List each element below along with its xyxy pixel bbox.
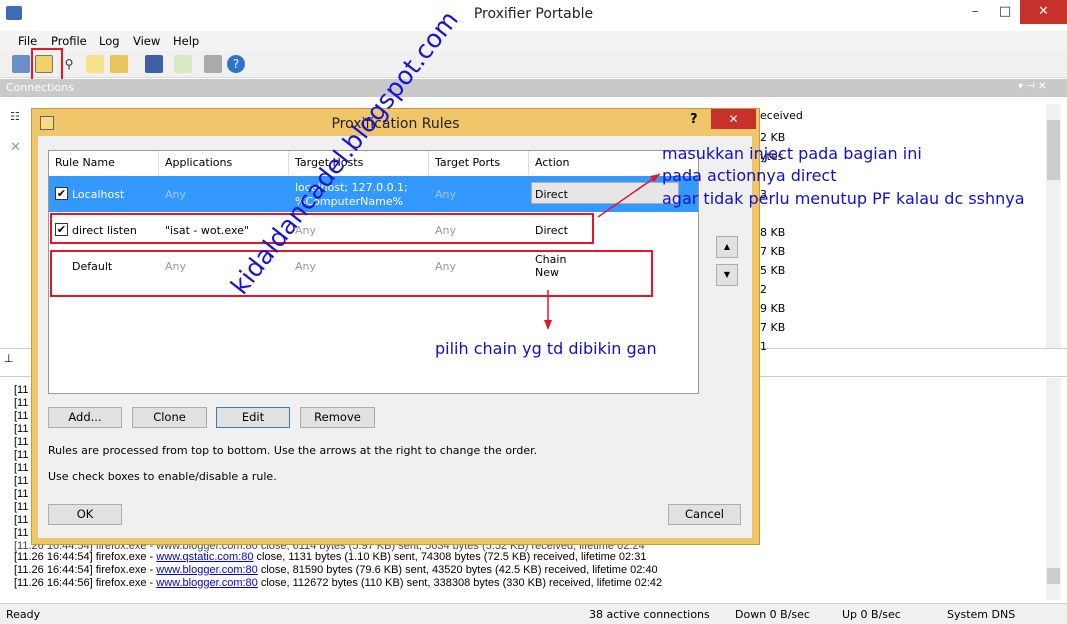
log-line-stub: [11 [14, 475, 29, 487]
log-line-stub: [11 [14, 488, 29, 500]
received-cell: 8 KB [760, 226, 786, 239]
col-rule-name[interactable]: Rule Name [49, 151, 159, 175]
open-profile-icon[interactable] [110, 55, 128, 73]
rule-apps: Any [165, 188, 187, 201]
edit-button[interactable]: Edit [216, 407, 290, 428]
close-button[interactable]: ✕ [1020, 0, 1067, 24]
annotation-line2: pada actionnya direct [662, 166, 837, 185]
advanced-icon[interactable] [174, 55, 192, 73]
log-line-stub: [11 [14, 384, 29, 396]
menu-view[interactable]: View [133, 34, 160, 48]
move-down-button[interactable]: ▼ [716, 264, 738, 286]
status-dns: System DNS [947, 608, 1016, 621]
received-cell: 1 [760, 340, 767, 353]
rule-name: Localhost [72, 188, 125, 201]
print-icon[interactable] [204, 55, 222, 73]
rule-checkbox[interactable]: ✔ [55, 187, 68, 200]
log-line-stub: [11 [14, 436, 29, 448]
received-cell: 5 KB [760, 264, 786, 277]
status-down: Down 0 B/sec [735, 608, 810, 621]
col-applications[interactable]: Applications [159, 151, 289, 175]
log-line-stub: [11 [14, 501, 29, 513]
log-link[interactable]: www.blogger.com:80 [156, 577, 258, 589]
list-view-icon[interactable]: ☷ [10, 110, 20, 123]
connections-header [0, 79, 1067, 97]
status-ready: Ready [6, 608, 41, 621]
direct-listen-highlight [50, 213, 594, 244]
log-scrollbar[interactable] [1046, 378, 1061, 600]
add-button[interactable]: Add... [48, 407, 122, 428]
dialog-title: Proxification Rules [331, 116, 460, 132]
received-cell: 2 [760, 283, 767, 296]
connections-label: Connections [6, 81, 74, 94]
log-line: [11.26 16:44:56] firefox.exe - www.blogg… [14, 577, 663, 589]
help-icon[interactable]: ? [227, 55, 245, 73]
rules-order-note: Rules are processed from top to bottom. … [48, 444, 538, 457]
menu-profile[interactable]: Profile [51, 34, 87, 48]
received-header[interactable]: eceived [760, 109, 803, 122]
annotation-arrows [544, 173, 661, 330]
window-title: Proxifier Portable [473, 6, 594, 22]
log-line-stub: [11 [14, 514, 29, 526]
status-active-connections: 38 active connections [589, 608, 710, 621]
save-icon[interactable] [145, 55, 163, 73]
log-line-stub: [11 [14, 410, 29, 422]
log-line: [11.26 16:44:54] firefox.exe - www.qstat… [14, 551, 647, 563]
close-conn-icon[interactable]: ✕ [10, 140, 21, 155]
menu-log[interactable]: Log [99, 34, 120, 48]
log-line-stub: [11 [14, 462, 29, 474]
minimize-button[interactable]: – [960, 0, 990, 24]
ok-button[interactable]: OK [48, 504, 122, 525]
received-cell: 7 KB [760, 245, 786, 258]
received-cell: 9 KB [760, 302, 786, 315]
log-scroll-thumb[interactable] [1047, 568, 1060, 584]
col-target-ports[interactable]: Target Ports [429, 151, 529, 175]
received-cell: 2 KB [760, 131, 786, 144]
scroll-thumb[interactable] [1047, 120, 1060, 180]
panel-controls[interactable]: ▾ ⊣ ✕ [1018, 81, 1046, 92]
log-link[interactable]: www.qstatic.com:80 [156, 551, 253, 563]
move-up-button[interactable]: ▲ [716, 236, 738, 258]
cancel-button[interactable]: Cancel [668, 504, 741, 525]
new-profile-icon[interactable] [86, 55, 104, 73]
rule-ports: Any [435, 188, 457, 201]
log-line-stub: [11 [14, 423, 29, 435]
annotation-line4: pilih chain yg td dibikin gan [435, 339, 657, 358]
received-cell: 7 KB [760, 321, 786, 334]
log-line-stub: [11 [14, 397, 29, 409]
log-line-stub: [11 [14, 527, 29, 539]
maximize-button[interactable]: □ [990, 0, 1020, 24]
log-tab-icon[interactable]: ⊥ [4, 352, 14, 365]
log-line-stub: [11 [14, 449, 29, 461]
rules-checkbox-note: Use check boxes to enable/disable a rule… [48, 470, 277, 483]
log-line: [11.26 16:44:54] firefox.exe - www.blogg… [14, 564, 658, 576]
annotation-line1: masukkan inject pada bagian ini [662, 144, 922, 163]
dialog-close-button[interactable]: ✕ [711, 109, 756, 129]
annotation-line3: agar tidak perlu menutup PF kalau dc ssh… [662, 189, 1025, 208]
log-link[interactable]: www.blogger.com:80 [156, 564, 258, 576]
menu-file[interactable]: File [18, 34, 37, 48]
dialog-help-button[interactable]: ? [690, 112, 698, 127]
log-lines-left: [11 [11 [11 [11 [11 [11 [11 [11 [11 [11 [11 [11 [14, 384, 28, 540]
menu-help[interactable]: Help [173, 34, 199, 48]
clone-button[interactable]: Clone [132, 407, 207, 428]
remove-button[interactable]: Remove [300, 407, 375, 428]
status-up: Up 0 B/sec [842, 608, 901, 621]
status-bar [0, 603, 1067, 624]
proxy-servers-icon[interactable] [12, 55, 30, 73]
